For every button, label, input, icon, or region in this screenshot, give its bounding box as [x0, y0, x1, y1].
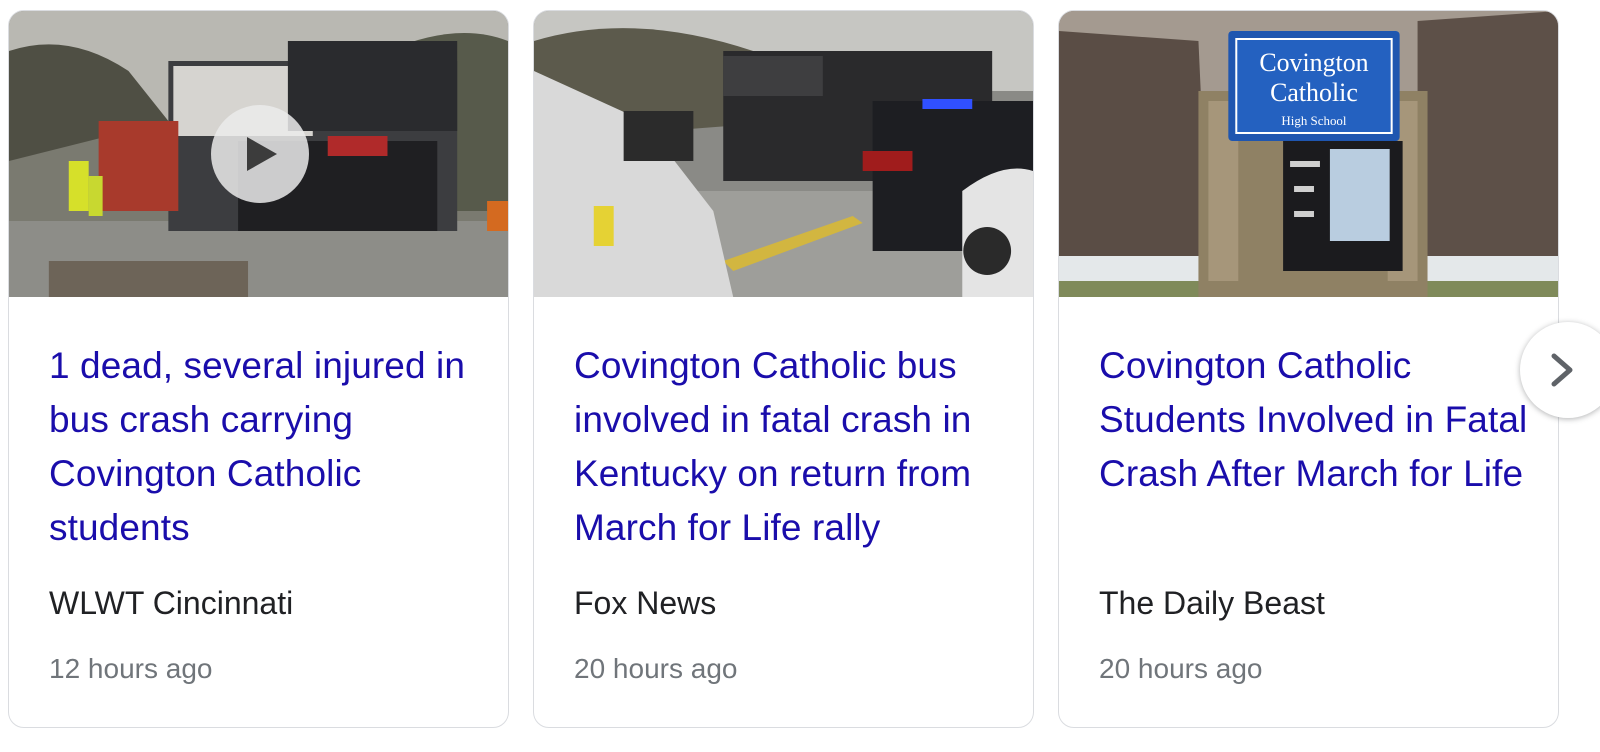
news-source: Fox News [574, 585, 717, 621]
news-thumbnail[interactable] [9, 11, 508, 297]
news-thumbnail[interactable] [534, 11, 1033, 297]
police-cars-image [534, 11, 1033, 297]
news-timestamp: 20 hours ago [1099, 653, 1263, 684]
news-headline[interactable]: Covington Catholic bus involved in fatal… [574, 339, 1014, 555]
play-button[interactable] [211, 105, 309, 203]
news-headline[interactable]: 1 dead, several injured in bus crash car… [49, 339, 489, 555]
chevron-right-icon [1551, 353, 1573, 387]
news-card[interactable]: Covington Catholic High School Covington… [1058, 10, 1559, 728]
news-card[interactable]: Covington Catholic bus involved in fatal… [533, 10, 1034, 728]
news-source: The Daily Beast [1099, 585, 1325, 621]
news-carousel: 1 dead, several injured in bus crash car… [0, 0, 1600, 752]
play-icon [247, 137, 277, 171]
news-timestamp: 12 hours ago [49, 653, 213, 684]
news-timestamp: 20 hours ago [574, 653, 738, 684]
news-thumbnail[interactable]: Covington Catholic High School [1059, 11, 1558, 297]
sign-text-line: High School [1281, 113, 1346, 128]
sign-text-line: Catholic [1270, 78, 1358, 107]
news-headline[interactable]: Covington Catholic Students Involved in … [1099, 339, 1539, 501]
news-source: WLWT Cincinnati [49, 585, 294, 621]
news-card[interactable]: 1 dead, several injured in bus crash car… [8, 10, 509, 728]
sign-text-line: Covington [1259, 48, 1368, 77]
school-sign-image: Covington Catholic High School [1059, 11, 1558, 297]
